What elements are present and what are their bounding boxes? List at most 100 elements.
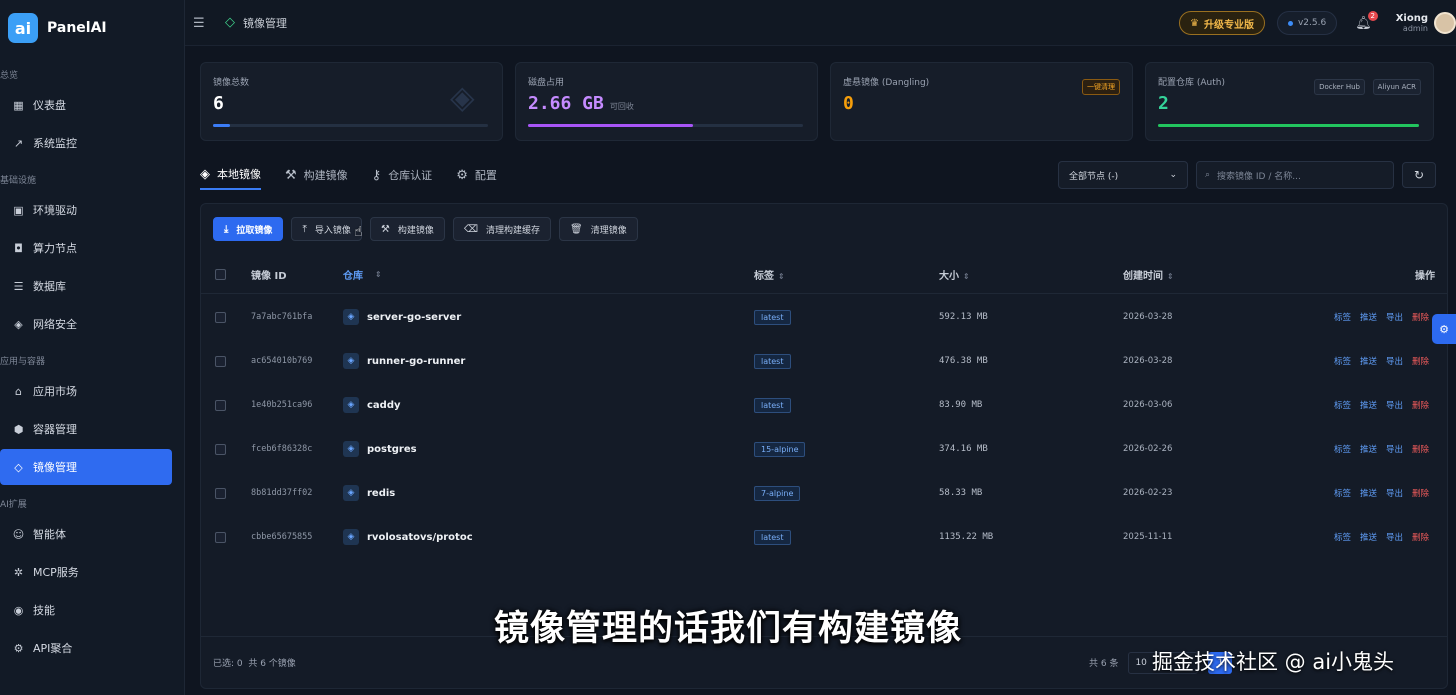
brand[interactable]: ai PanelAI <box>0 0 184 56</box>
sidebar-item-label: MCP服务 <box>33 566 79 579</box>
build-image-button[interactable]: ⚒ 构建镜像 <box>369 217 445 241</box>
export-action[interactable]: 导出 <box>1386 531 1403 543</box>
sidebar-item-env[interactable]: ▣ 环境驱动 <box>0 192 172 228</box>
sidebar-item-nodes[interactable]: ◘ 算力节点 <box>0 230 172 266</box>
header-date[interactable]: 创建时间 ⇕ <box>1123 267 1174 282</box>
button-label: 导入镜像 <box>314 225 351 236</box>
tab-label: 配置 <box>474 169 497 182</box>
table-header: 镜像 ID 仓库 ⇕ 标签 ⇕ 大小 ⇕ 创建时间 ⇕ 操作 <box>201 256 1447 294</box>
export-action[interactable]: 导出 <box>1386 399 1403 411</box>
box-icon: ⬢ <box>13 422 24 436</box>
header-tag-label: 标签 <box>754 271 774 282</box>
card-label: 镜像总数 <box>213 78 250 88</box>
tab-settings[interactable]: ⚙ 配置 <box>456 160 497 190</box>
header-repo[interactable]: 仓库 ⇕ <box>343 267 382 282</box>
delete-action[interactable]: 删除 <box>1412 487 1429 499</box>
card-sub: 可回收 <box>609 102 634 111</box>
node-select[interactable]: 全部节点 (-) ⌄ <box>1058 161 1188 189</box>
search-input[interactable]: ⌕ 搜索镜像 ID / 名称... <box>1196 161 1394 189</box>
row-checkbox[interactable] <box>215 399 226 411</box>
tag-action[interactable]: 标签 <box>1334 355 1351 367</box>
cleanup-button[interactable]: 一键清理 <box>1082 79 1120 95</box>
sidebar-item-containers[interactable]: ⬢ 容器管理 <box>0 411 172 447</box>
sidebar-item-dashboard[interactable]: ▦ 仪表盘 <box>0 87 172 123</box>
export-action[interactable]: 导出 <box>1386 487 1403 499</box>
export-action[interactable]: 导出 <box>1386 311 1403 323</box>
repo-cell: ◈ server-go-server <box>343 309 461 325</box>
upgrade-button[interactable]: ♛ 升级专业版 <box>1178 11 1265 35</box>
pull-image-button[interactable]: ⤓ 拉取镜像 <box>213 217 284 241</box>
import-image-button[interactable]: ⤒ 导入镜像 <box>291 217 362 241</box>
table-row[interactable]: cbbe65675855 ◈ rvolosatovs/protoc latest 113… <box>201 515 1447 559</box>
tab-registry-auth[interactable]: ⚷ 仓库认证 <box>372 160 433 190</box>
push-action[interactable]: 推送 <box>1360 311 1377 323</box>
user-info[interactable]: Xiong admin <box>1396 13 1428 33</box>
clean-images-button[interactable]: 🗑︎ 清理镜像 <box>559 217 638 241</box>
push-action[interactable]: 推送 <box>1360 355 1377 367</box>
card-label: 磁盘占用 <box>528 78 565 88</box>
delete-action[interactable]: 删除 <box>1412 443 1429 455</box>
refresh-button[interactable]: ↻ <box>1402 162 1436 188</box>
menu-toggle-icon[interactable]: ☰ <box>193 16 207 31</box>
tag-action[interactable]: 标签 <box>1334 311 1351 323</box>
sidebar-item-market[interactable]: ⌂ 应用市场 <box>0 373 172 409</box>
repo-name: runner-go-runner <box>367 355 466 367</box>
delete-action[interactable]: 删除 <box>1412 531 1429 543</box>
export-action[interactable]: 导出 <box>1386 443 1403 455</box>
push-action[interactable]: 推送 <box>1360 399 1377 411</box>
clean-build-cache-button[interactable]: ⌫ 清理构建缓存 <box>452 217 552 241</box>
settings-float-button[interactable]: ⚙ <box>1432 314 1456 344</box>
sidebar-item-mcp[interactable]: ✲ MCP服务 <box>0 554 172 590</box>
progress-bar <box>1158 124 1419 127</box>
table-row[interactable]: 1e40b251ca96 ◈ caddy latest 83.90 MB 2026-03-… <box>201 383 1447 427</box>
repo-name: rvolosatovs/protoc <box>367 531 473 543</box>
push-action[interactable]: 推送 <box>1360 531 1377 543</box>
tag-action[interactable]: 标签 <box>1334 487 1351 499</box>
delete-action[interactable]: 删除 <box>1412 399 1429 411</box>
table-row[interactable]: 7a7abc761bfa ◈ server-go-server latest 592.1… <box>201 295 1447 339</box>
select-all-checkbox[interactable] <box>215 269 226 280</box>
status-dot <box>1287 20 1293 26</box>
card-dangling: 虚悬镜像 (Dangling) 0 一键清理 <box>830 62 1133 141</box>
tag-action[interactable]: 标签 <box>1334 531 1351 543</box>
table-row[interactable]: ac654010b769 ◈ runner-go-runner latest 476.3… <box>201 339 1447 383</box>
row-actions: 标签 推送 导出 删除 <box>1334 531 1429 543</box>
export-action[interactable]: 导出 <box>1386 355 1403 367</box>
tab-build-images[interactable]: ⚒ 构建镜像 <box>285 160 348 190</box>
delete-action[interactable]: 删除 <box>1412 355 1429 367</box>
header-size-label: 大小 <box>939 271 959 282</box>
table-row[interactable]: fceb6f86328c ◈ postgres 15-alpine 374.16 MB 2… <box>201 427 1447 471</box>
group-title-ai: AI扩展 <box>0 500 27 510</box>
header-size[interactable]: 大小 ⇕ <box>939 267 970 282</box>
tag-action[interactable]: 标签 <box>1334 443 1351 455</box>
header-tag[interactable]: 标签 ⇕ <box>754 267 785 282</box>
total-images: 共 6 个镜像 <box>248 659 296 669</box>
push-action[interactable]: 推送 <box>1360 443 1377 455</box>
row-checkbox[interactable] <box>215 355 226 367</box>
notifications-button[interactable]: 🔔︎ 2 <box>1355 10 1378 31</box>
sidebar-item-monitor[interactable]: ↗ 系统监控 <box>0 125 172 161</box>
tag-badge: latest <box>754 529 791 545</box>
row-actions: 标签 推送 导出 删除 <box>1334 487 1429 499</box>
image-size: 83.90 MB <box>939 400 983 410</box>
delete-action[interactable]: 删除 <box>1412 311 1429 323</box>
sidebar-item-security[interactable]: ◈ 网络安全 <box>0 306 172 342</box>
image-icon: ◈ <box>343 397 359 413</box>
row-checkbox[interactable] <box>215 487 226 499</box>
sidebar-item-database[interactable]: ☰ 数据库 <box>0 268 172 304</box>
row-checkbox[interactable] <box>215 443 226 455</box>
table-row[interactable]: 8b81dd37ff02 ◈ redis 7-alpine 58.33 MB 2026-0… <box>201 471 1447 515</box>
sidebar-item-images[interactable]: ◇ 镜像管理 <box>0 449 172 485</box>
tag-action[interactable]: 标签 <box>1334 399 1351 411</box>
row-checkbox[interactable] <box>215 531 226 543</box>
push-action[interactable]: 推送 <box>1360 487 1377 499</box>
layers-icon: ◇ <box>225 15 235 30</box>
sidebar-item-agents[interactable]: ☺ 智能体 <box>0 516 172 552</box>
sidebar-item-label: 镜像管理 <box>33 461 77 474</box>
tab-local-images[interactable]: ◈ 本地镜像 <box>200 160 261 190</box>
sidebar-item-label: 容器管理 <box>33 423 77 436</box>
avatar[interactable] <box>1434 12 1456 34</box>
button-label: 构建镜像 <box>397 225 434 236</box>
row-checkbox[interactable] <box>215 311 226 323</box>
selected-count: 已选: 0 <box>213 659 243 669</box>
